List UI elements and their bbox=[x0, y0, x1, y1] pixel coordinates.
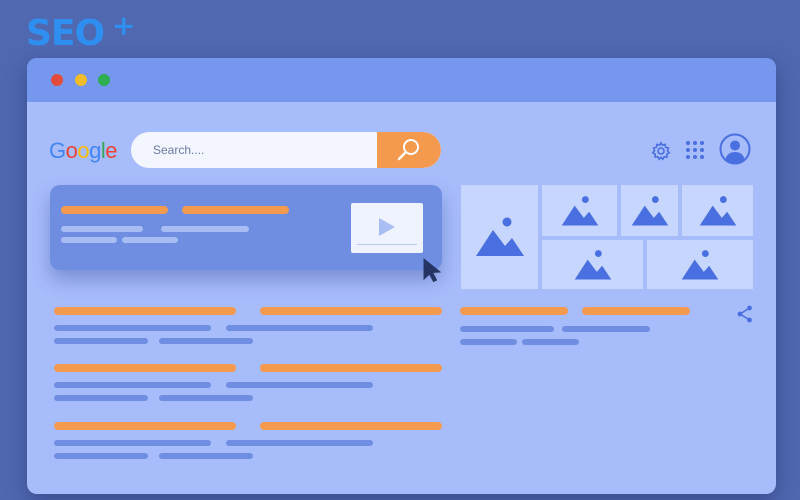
image-result-tile[interactable] bbox=[461, 185, 538, 289]
result-snippet-line bbox=[522, 339, 579, 345]
brand-logo: SEO + bbox=[26, 9, 135, 54]
featured-result-card[interactable] bbox=[50, 185, 442, 270]
brand-text: SEO bbox=[26, 13, 105, 54]
image-icon bbox=[681, 249, 719, 279]
search-bar bbox=[131, 132, 441, 168]
result-snippet-line bbox=[460, 339, 517, 345]
result-snippet-line bbox=[159, 395, 253, 401]
video-progress-line bbox=[357, 244, 417, 245]
result-snippet-line bbox=[122, 237, 178, 243]
result-title-line bbox=[61, 206, 168, 214]
result-snippet-line bbox=[562, 326, 650, 332]
result-snippet-line bbox=[226, 325, 373, 331]
result-title-line bbox=[460, 307, 568, 315]
account-icon[interactable] bbox=[719, 133, 751, 165]
result-snippet-line bbox=[159, 453, 253, 459]
result-snippet-line bbox=[54, 338, 148, 344]
logo-letter: g bbox=[89, 138, 101, 163]
result-snippet-line bbox=[54, 382, 211, 388]
result-snippet-line bbox=[54, 453, 148, 459]
result-title-line bbox=[54, 364, 236, 372]
image-icon bbox=[631, 195, 668, 225]
magnifier-icon bbox=[397, 139, 419, 161]
image-result-tile[interactable] bbox=[621, 185, 678, 236]
video-thumbnail[interactable] bbox=[351, 203, 423, 253]
search-button[interactable] bbox=[377, 132, 441, 168]
image-icon bbox=[475, 217, 524, 256]
play-icon bbox=[379, 218, 395, 236]
window-titlebar bbox=[27, 58, 776, 102]
google-logo[interactable]: Google bbox=[49, 138, 118, 164]
result-snippet-line bbox=[54, 440, 211, 446]
result-snippet-line bbox=[54, 325, 211, 331]
result-title-line bbox=[182, 206, 289, 214]
image-icon bbox=[561, 195, 598, 225]
logo-letter: o bbox=[77, 138, 90, 163]
apps-grid-icon[interactable] bbox=[685, 140, 705, 160]
result-snippet-line bbox=[226, 440, 373, 446]
result-title-line bbox=[54, 307, 236, 315]
result-title-line bbox=[260, 364, 442, 372]
close-dot[interactable] bbox=[51, 74, 63, 86]
minimize-dot[interactable] bbox=[75, 74, 87, 86]
share-icon[interactable] bbox=[737, 305, 753, 323]
result-snippet-line bbox=[61, 226, 143, 232]
browser-window: Google bbox=[27, 58, 776, 494]
maximize-dot[interactable] bbox=[98, 74, 110, 86]
logo-letter: G bbox=[49, 138, 66, 163]
search-input[interactable] bbox=[153, 132, 383, 168]
result-title-line bbox=[260, 422, 442, 430]
image-result-tile[interactable] bbox=[542, 240, 643, 289]
image-icon bbox=[699, 195, 736, 225]
image-icon bbox=[574, 249, 611, 279]
result-snippet-line bbox=[226, 382, 373, 388]
brand-plus: + bbox=[112, 9, 135, 42]
result-snippet-line bbox=[159, 338, 253, 344]
result-title-line bbox=[54, 422, 236, 430]
result-snippet-line bbox=[54, 395, 148, 401]
result-snippet-line bbox=[161, 226, 249, 232]
logo-letter: e bbox=[105, 138, 118, 163]
image-result-tile[interactable] bbox=[682, 185, 753, 236]
gear-icon[interactable] bbox=[651, 141, 671, 161]
result-snippet-line bbox=[61, 237, 117, 243]
image-result-tile[interactable] bbox=[647, 240, 753, 289]
logo-letter: o bbox=[65, 138, 78, 163]
mouse-cursor-icon bbox=[423, 257, 442, 283]
result-snippet-line bbox=[460, 326, 554, 332]
result-title-line bbox=[260, 307, 442, 315]
image-result-tile[interactable] bbox=[542, 185, 617, 236]
result-title-line bbox=[582, 307, 690, 315]
